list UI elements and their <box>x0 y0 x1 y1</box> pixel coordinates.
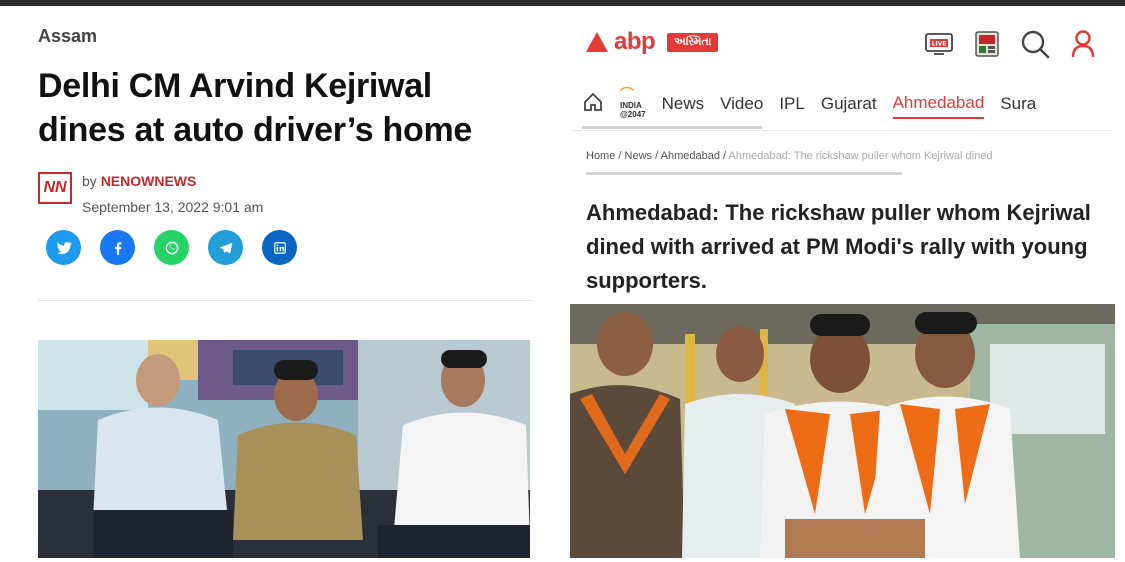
live-label: LIVE <box>932 41 947 48</box>
article-photo-kejriwal-dining <box>38 340 530 558</box>
panel-gap <box>548 6 562 562</box>
whatsapp-share-button[interactable] <box>154 230 189 265</box>
source-link[interactable]: NENOWNEWS <box>101 173 197 189</box>
breadcrumb-current: Ahmedabad: The rickshaw puller whom Kejr… <box>728 150 993 162</box>
user-account-button[interactable] <box>1067 28 1099 60</box>
home-icon <box>584 92 602 111</box>
article-headline: Delhi CM Arvind Kejriwal dines at auto d… <box>38 67 473 149</box>
breadcrumb: Home / News / Ahmedabad / Ahmedabad: The… <box>586 150 1106 162</box>
twitter-icon <box>56 241 72 254</box>
divider <box>38 300 532 301</box>
nav-item-ahmedabad[interactable]: Ahmedabad <box>892 89 985 119</box>
byline-prefix: by <box>82 173 97 189</box>
linkedin-icon <box>273 241 286 254</box>
right-article-screenshot: abp અસ્મિતા LIVE ⌒ INDIA @2047 News Vide… <box>562 6 1125 562</box>
telegram-icon <box>219 242 232 253</box>
telegram-share-button[interactable] <box>208 230 243 265</box>
nav-scrollbar[interactable] <box>582 126 762 129</box>
twitter-share-button[interactable] <box>46 230 81 265</box>
india-badge-line1: INDIA <box>620 100 642 110</box>
user-icon <box>1071 30 1095 58</box>
byline: by NENOWNEWS <box>82 173 196 189</box>
india-badge-line2: @2047 <box>620 109 646 119</box>
nenow-logo: NN <box>38 172 72 204</box>
epaper-icon <box>975 31 999 57</box>
left-article-screenshot: Assam Delhi CM Arvind Kejriwal dines at … <box>0 6 548 562</box>
facebook-icon <box>114 241 121 255</box>
nav-item-surat[interactable]: Sura <box>1000 90 1036 118</box>
linkedin-share-button[interactable] <box>262 230 297 265</box>
nav-item-news[interactable]: News <box>662 90 705 118</box>
article-headline: Ahmedabad: The rickshaw puller whom Kejr… <box>586 200 1091 293</box>
live-tv-button[interactable]: LIVE <box>923 28 955 60</box>
abp-asmita-tag: અસ્મિતા <box>667 32 719 52</box>
share-buttons <box>46 230 297 265</box>
abp-wordmark: abp <box>614 28 656 55</box>
whatsapp-icon <box>165 241 178 254</box>
breadcrumb-news[interactable]: News <box>625 150 653 162</box>
search-button[interactable] <box>1019 28 1051 60</box>
photo-illustration <box>38 340 530 558</box>
breadcrumb-home[interactable]: Home <box>586 150 615 162</box>
category-label[interactable]: Assam <box>38 26 97 47</box>
india-badge-arc-icon: ⌒ <box>620 85 634 102</box>
nav-item-ipl[interactable]: IPL <box>779 90 805 118</box>
facebook-share-button[interactable] <box>100 230 135 265</box>
epaper-button[interactable] <box>971 28 1003 60</box>
nav-item-video[interactable]: Video <box>720 90 763 118</box>
home-nav-button[interactable] <box>582 87 604 122</box>
nav-divider <box>572 130 1112 131</box>
india-at-2047-nav[interactable]: ⌒ INDIA @2047 <box>620 86 646 123</box>
publish-date: September 13, 2022 9:01 am <box>82 199 264 215</box>
article-photo-rickshaw-puller-rally <box>570 304 1115 558</box>
live-tv-icon: LIVE <box>925 33 953 55</box>
search-icon <box>1021 30 1050 59</box>
breadcrumb-section[interactable]: Ahmedabad <box>661 150 720 162</box>
abp-triangle-icon <box>586 32 608 52</box>
nav-item-gujarat[interactable]: Gujarat <box>821 90 877 118</box>
abp-logo[interactable]: abp અસ્મિતા <box>586 28 719 56</box>
breadcrumb-scrollbar[interactable] <box>586 172 902 175</box>
photo-illustration <box>570 304 1115 558</box>
header-icons: LIVE <box>923 28 1099 60</box>
main-nav: ⌒ INDIA @2047 News Video IPL Gujarat Ahm… <box>582 84 1102 124</box>
